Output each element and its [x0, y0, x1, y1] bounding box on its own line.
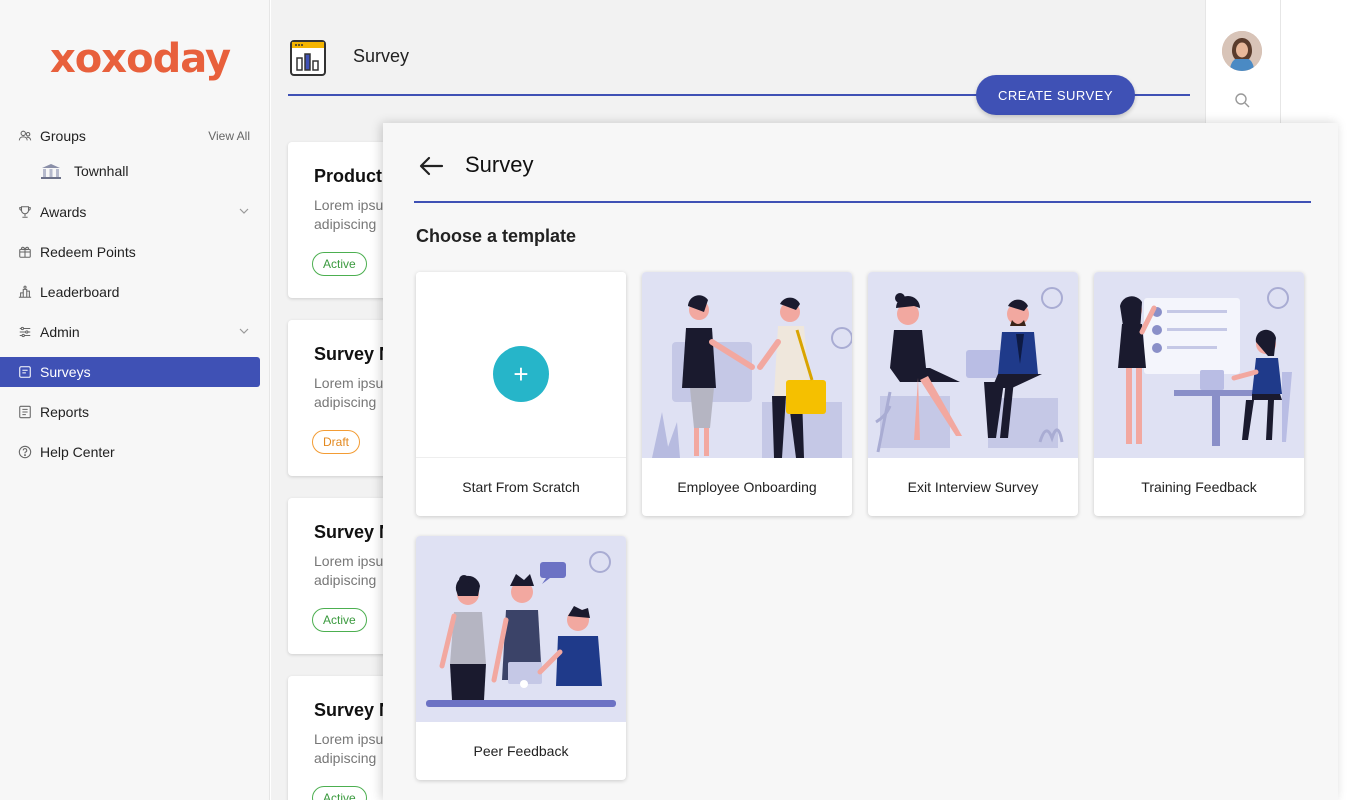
back-arrow-icon[interactable]: [418, 152, 446, 180]
sidebar-item-redeem-points[interactable]: Redeem Points: [0, 237, 260, 267]
page-title: Survey: [353, 46, 410, 66]
group-item-townhall[interactable]: Townhall: [40, 160, 128, 182]
sidebar-item-admin[interactable]: Admin: [0, 317, 260, 347]
template-label: Employee Onboarding: [677, 479, 817, 495]
survey-dashboard-icon: [290, 40, 326, 76]
sidebar-item-label: Reports: [40, 404, 90, 420]
template-label: Start From Scratch: [462, 479, 580, 495]
sliders-icon: [18, 325, 32, 339]
sidebar-item-label: Leaderboard: [40, 284, 120, 300]
survey-icon: [18, 365, 32, 379]
template-label: Peer Feedback: [473, 743, 569, 759]
sidebar-item-leaderboard[interactable]: Leaderboard: [0, 277, 260, 307]
survey-card-description: Lorem ipsu adipiscing: [314, 731, 384, 766]
survey-card-title: Survey N: [314, 344, 393, 364]
gift-icon: [18, 245, 32, 259]
group-item-label: Townhall: [74, 163, 129, 179]
panel-divider: [414, 201, 1311, 203]
sidebar-item-label: Admin: [40, 324, 80, 340]
status-badge: Draft: [312, 430, 361, 454]
interview-illustration: [868, 272, 1078, 458]
sidebar-item-label: Awards: [40, 204, 87, 220]
survey-card-description: Lorem ipsu adipiscing: [314, 375, 384, 410]
sidebar-item-label: Redeem Points: [40, 244, 136, 260]
plus-icon[interactable]: +: [493, 346, 549, 402]
template-card-start-from-scratch[interactable]: + Start From Scratch: [416, 272, 626, 516]
template-card-peer-feedback[interactable]: Peer Feedback: [416, 536, 626, 780]
template-card-training-feedback[interactable]: Training Feedback: [1094, 272, 1304, 516]
sidebar-item-surveys[interactable]: Surveys: [0, 357, 260, 387]
status-badge: Active: [312, 786, 367, 800]
leaderboard-icon: [18, 285, 32, 299]
chevron-down-icon[interactable]: [238, 205, 250, 220]
choose-template-heading: Choose a template: [416, 226, 577, 246]
sidebar-item-label: Help Center: [40, 444, 115, 460]
groups-icon: [18, 129, 32, 143]
team-illustration: [416, 536, 626, 722]
create-survey-button[interactable]: CREATE SURVEY: [976, 75, 1135, 115]
survey-card-title: Survey N: [314, 700, 393, 720]
template-card-employee-onboarding[interactable]: Employee Onboarding: [642, 272, 852, 516]
sidebar-item-label: Surveys: [40, 364, 91, 380]
building-icon: [40, 163, 62, 179]
xoxoday-logo[interactable]: xoxoday: [50, 36, 231, 82]
handshake-illustration: [642, 272, 852, 458]
survey-card-description: Lorem ipsu adipiscing: [314, 553, 384, 588]
sidebar-item-groups[interactable]: Groups View All: [0, 121, 260, 151]
sidebar-item-label: Groups: [40, 128, 86, 144]
trophy-icon: [18, 205, 32, 219]
chevron-down-icon[interactable]: [238, 325, 250, 340]
template-label: Exit Interview Survey: [907, 479, 1039, 495]
avatar[interactable]: [1222, 31, 1262, 71]
help-icon: [18, 445, 32, 459]
reports-icon: [18, 405, 32, 419]
panel-title: Survey: [465, 152, 534, 177]
survey-card-description: Lorem ipsu adipiscing: [314, 197, 384, 232]
sidebar-item-reports[interactable]: Reports: [0, 397, 260, 427]
search-icon[interactable]: [1234, 92, 1250, 108]
presentation-illustration: [1094, 272, 1304, 458]
status-badge: Active: [312, 608, 367, 632]
status-badge: Active: [312, 252, 367, 276]
sidebar-item-awards[interactable]: Awards: [0, 197, 260, 227]
template-card-exit-interview-survey[interactable]: Exit Interview Survey: [868, 272, 1078, 516]
template-label: Training Feedback: [1141, 479, 1257, 495]
sidebar: xoxoday Groups View All Townhall Awards …: [0, 0, 270, 800]
sidebar-item-help-center[interactable]: Help Center: [0, 437, 260, 467]
survey-card-title: Product: [314, 166, 383, 186]
view-all-link[interactable]: View All: [208, 129, 250, 143]
survey-card-title: Survey N: [314, 522, 393, 542]
